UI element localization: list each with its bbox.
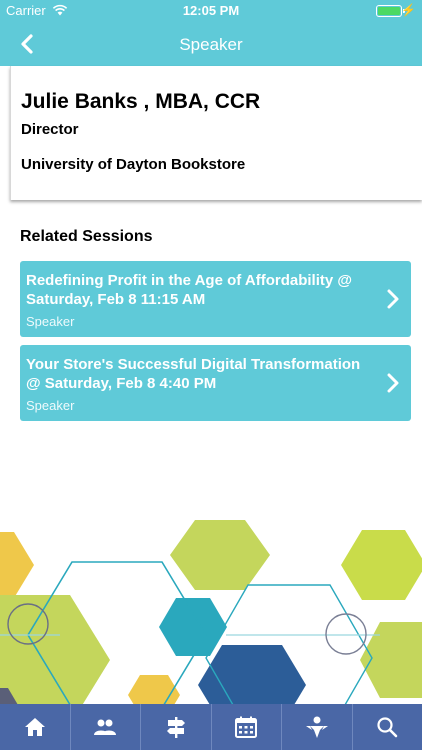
session-item[interactable]: Your Store's Successful Digital Transfor… [20,345,411,421]
session-role: Speaker [26,314,75,329]
hexagon-pattern-background [0,520,422,710]
sponsor-icon [305,716,328,738]
speaker-card: Julie Banks , MBA, CCR Director Universi… [10,66,422,200]
session-item[interactable]: Redefining Profit in the Age of Affordab… [20,261,411,337]
battery-icon [376,5,402,17]
page-title: Speaker [179,35,243,54]
speaker-organization: University of Dayton Bookstore [21,156,246,173]
session-title: Your Store's Successful Digital Transfor… [26,356,361,392]
charging-icon: ⚡ [401,3,416,17]
calendar-icon [235,716,258,738]
home-icon [24,718,45,736]
status-bar: Carrier 12:05 PM ⚡ [0,0,422,22]
session-title: Redefining Profit in the Age of Affordab… [26,272,353,308]
chevron-right-icon [387,289,399,309]
chevron-right-icon [387,373,399,393]
tab-search[interactable] [351,704,422,750]
search-icon [377,717,398,738]
navigation-bar: Speaker [0,22,422,66]
speaker-name: Julie Banks , MBA, CCR [21,90,261,113]
tab-sponsors[interactable] [281,704,352,750]
people-icon [94,719,117,735]
clock: 12:05 PM [182,3,240,18]
speaker-role: Director [21,121,79,138]
session-role: Speaker [26,398,75,413]
tab-map[interactable] [140,704,211,750]
signpost-icon [166,717,185,738]
tab-people[interactable] [69,704,141,750]
tab-schedule[interactable] [210,704,282,750]
related-sessions-heading: Related Sessions [20,228,153,245]
tab-bar [0,704,422,750]
tab-home[interactable] [0,704,70,750]
